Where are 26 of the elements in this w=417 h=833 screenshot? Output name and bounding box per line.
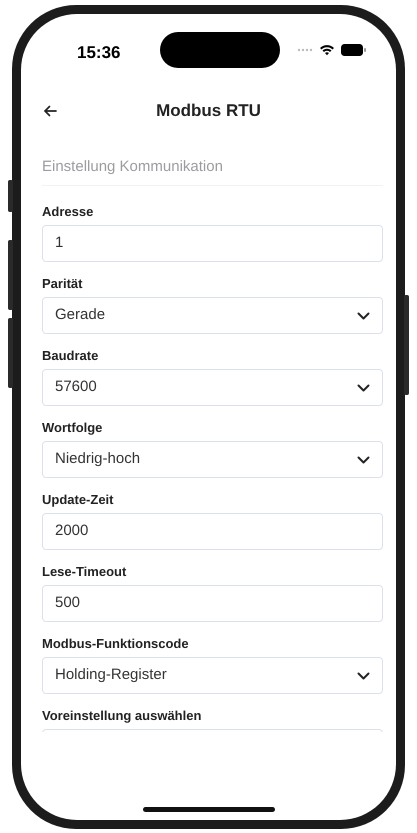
field-label: Adresse (42, 202, 94, 220)
section-heading: Einstellung Kommunikation (42, 156, 383, 186)
screen-title: Modbus RTU (156, 101, 261, 120)
chevron-down-icon (357, 384, 370, 392)
field-label: Wortfolge (42, 418, 102, 437)
input-field[interactable]: 1 (42, 225, 383, 262)
input-field[interactable]: 2000 (42, 513, 383, 550)
input-field[interactable]: 500 (42, 585, 383, 622)
chevron-down-icon (357, 672, 370, 680)
field-label: Lese-Timeout (42, 562, 126, 580)
chevron-down-icon (357, 456, 370, 464)
wifi-icon (318, 44, 335, 56)
back-arrow-icon (43, 105, 57, 117)
dropdown-field[interactable]: Niedrig-hoch (42, 441, 383, 478)
field-label: Modbus-Funktionscode (42, 634, 189, 652)
dropdown-field[interactable]: 57600 (42, 369, 383, 406)
chevron-down-icon (357, 312, 370, 320)
dropdown-field[interactable]: Holding-Register (42, 657, 383, 694)
dropdown-field[interactable]: Gerade (42, 297, 383, 334)
battery-icon (340, 44, 366, 56)
field-label: Update-Zeit (42, 490, 114, 509)
signal-icon (296, 48, 313, 52)
field-label: Baudrate (42, 346, 98, 364)
status-time: 15:36 (77, 42, 120, 64)
field-label: Parität (42, 274, 82, 292)
field-label: Voreinstellung auswählen (42, 706, 202, 725)
